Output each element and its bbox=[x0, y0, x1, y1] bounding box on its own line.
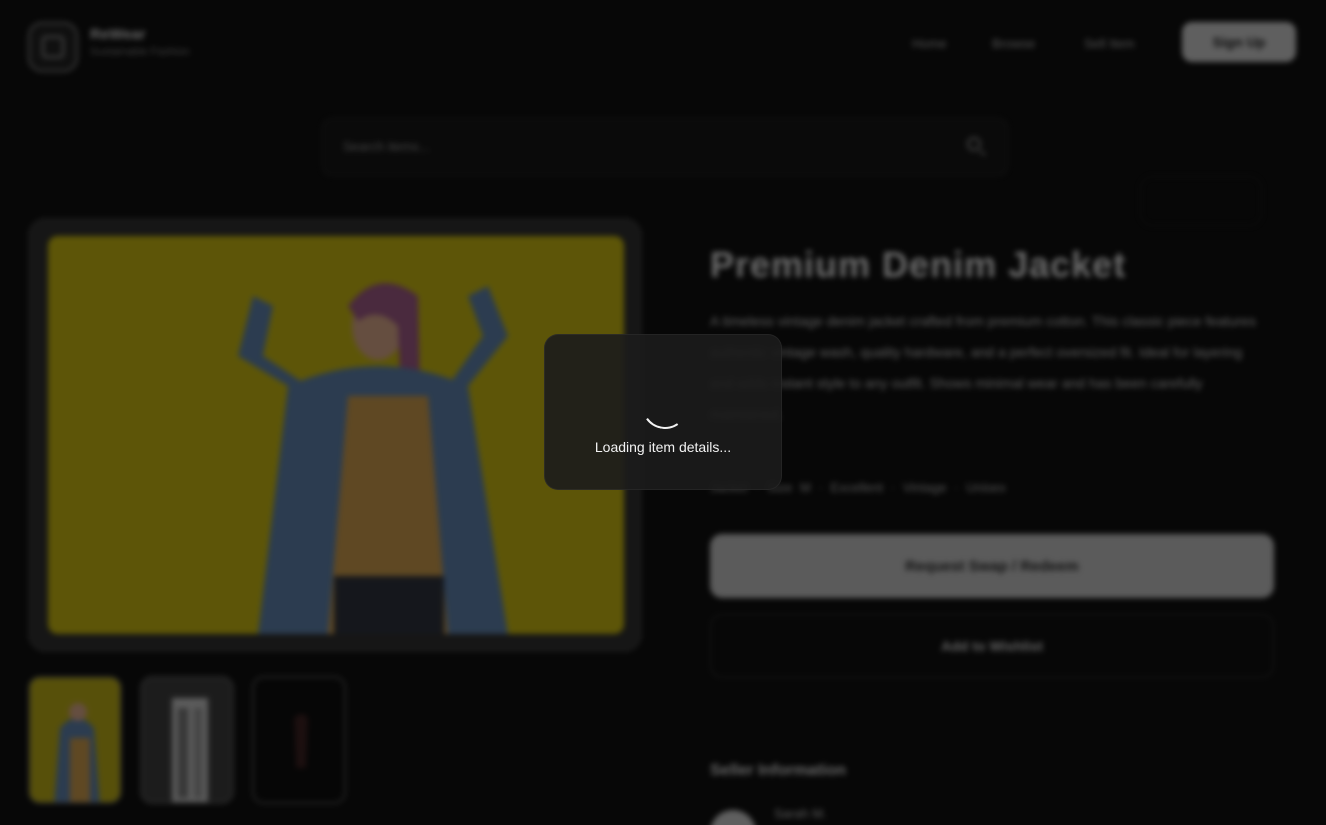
nav-link-home[interactable]: Home bbox=[912, 36, 947, 51]
brand-name[interactable]: ReWear bbox=[90, 26, 146, 43]
seller-avatar[interactable] bbox=[710, 810, 756, 825]
product-main-image[interactable] bbox=[48, 236, 624, 634]
request-swap-button[interactable]: Request Swap / Redeem bbox=[710, 534, 1274, 598]
logo-icon[interactable] bbox=[28, 22, 78, 72]
thumbnail-3[interactable] bbox=[252, 676, 346, 804]
nav-link-browse[interactable]: Browse bbox=[992, 36, 1035, 51]
brand-tagline: Sustainable Fashion bbox=[90, 46, 190, 58]
logo-mark bbox=[42, 36, 64, 58]
person-illustration bbox=[48, 236, 624, 634]
decorative-panel bbox=[1140, 176, 1262, 226]
thumbnail-3-image bbox=[254, 678, 344, 802]
item-description: A timeless vintage denim jacket crafted … bbox=[710, 313, 1256, 422]
site-header: ReWear Sustainable Fashion Home Browse S… bbox=[0, 0, 1326, 92]
thumbnail-1[interactable] bbox=[28, 676, 122, 804]
thumbnail-2[interactable] bbox=[140, 676, 234, 804]
search-icon[interactable] bbox=[967, 137, 981, 151]
thumbnail-1-image bbox=[30, 678, 120, 802]
seller-name[interactable]: Sarah M. bbox=[774, 806, 827, 821]
loading-spinner-icon bbox=[638, 379, 692, 433]
loading-overlay: Loading item details... bbox=[544, 334, 782, 490]
search-bar[interactable]: Search items... bbox=[322, 118, 1008, 176]
search-input[interactable]: Search items... bbox=[343, 139, 430, 154]
add-to-wishlist-button[interactable]: Add to Wishlist bbox=[710, 614, 1274, 678]
nav-link-sell-item[interactable]: Sell Item bbox=[1084, 36, 1135, 51]
app-root: ReWear Sustainable Fashion Home Browse S… bbox=[0, 0, 1326, 825]
thumbnail-2-image bbox=[142, 678, 232, 802]
item-title: Premium Denim Jacket bbox=[710, 244, 1127, 285]
seller-section-heading: Seller Information bbox=[710, 762, 847, 779]
signup-button[interactable]: Sign Up bbox=[1182, 22, 1296, 62]
loading-text: Loading item details... bbox=[594, 439, 732, 455]
